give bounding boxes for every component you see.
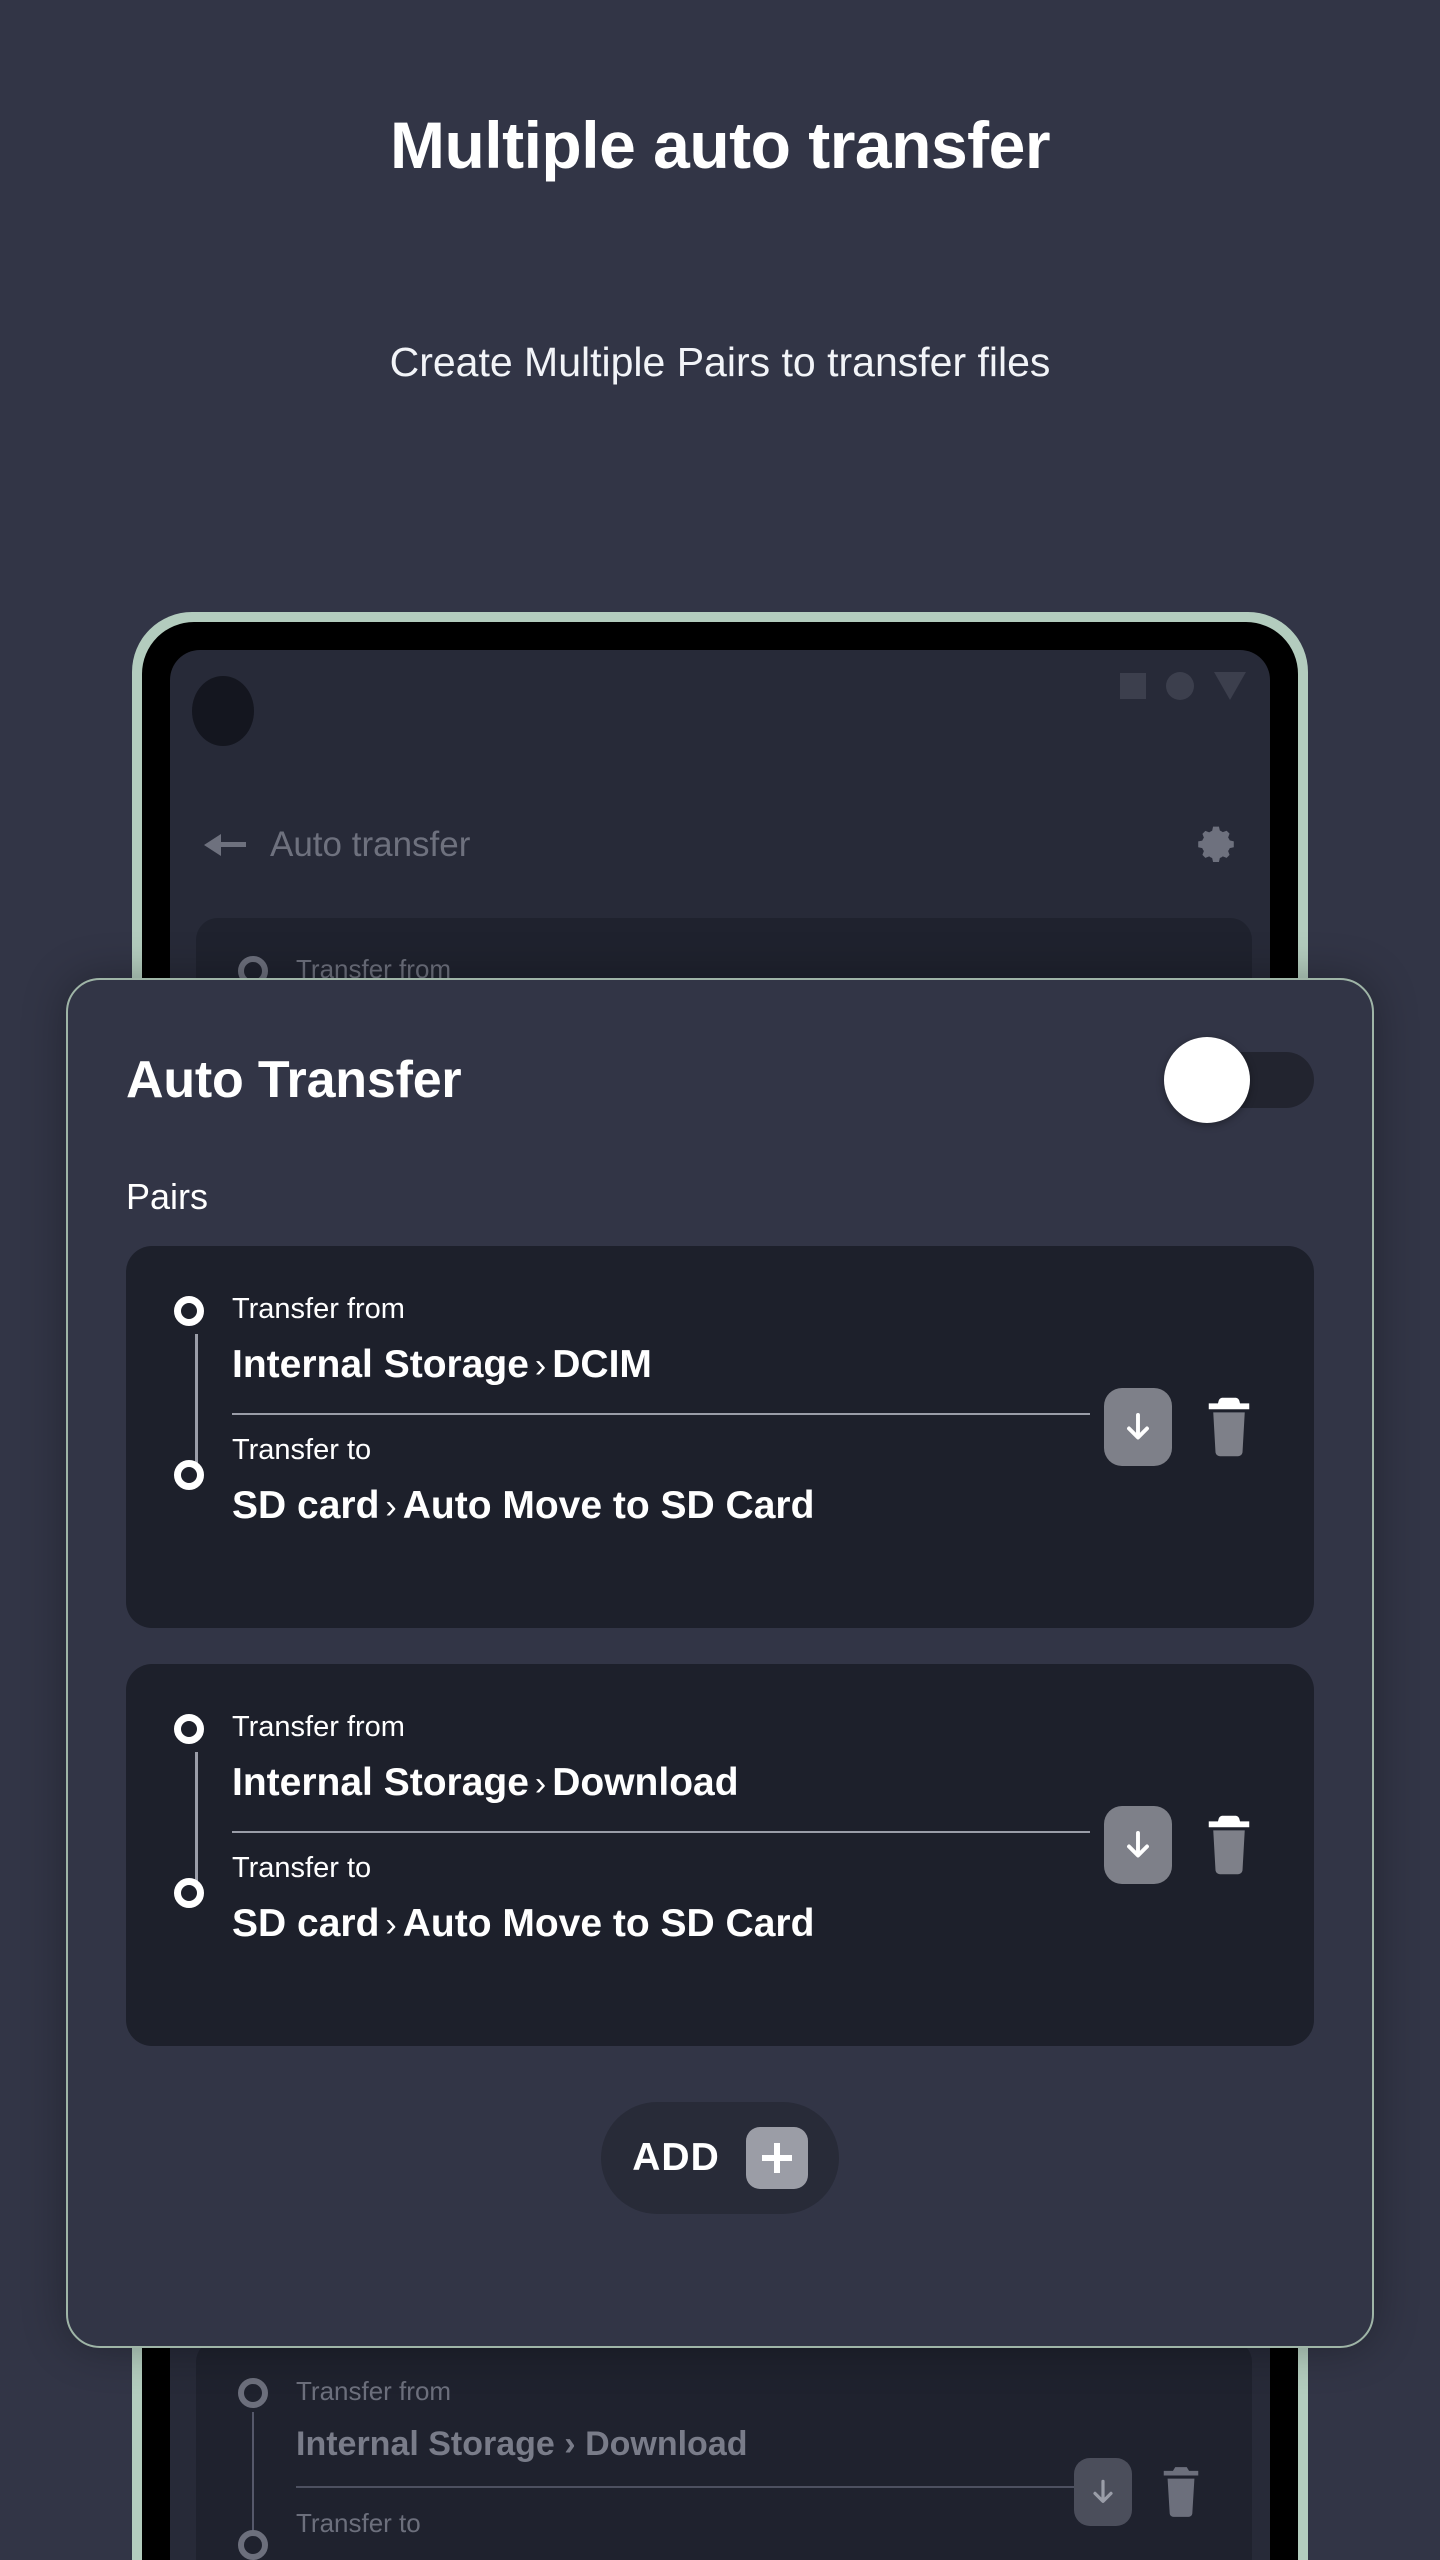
trash-icon[interactable] — [1202, 1394, 1256, 1460]
triangle-down-icon — [1214, 672, 1246, 700]
to-root: SD card — [232, 1484, 380, 1527]
app-bar-title: Auto transfer — [270, 825, 471, 864]
to-folder: Auto Move to SD Card — [402, 1484, 815, 1527]
promo-screenshot: Multiple auto transfer Create Multiple P… — [0, 0, 1440, 2560]
arrow-down-icon[interactable] — [1104, 1388, 1172, 1466]
from-root: Internal Storage — [296, 2425, 555, 2463]
toggle-knob[interactable] — [1164, 1037, 1250, 1123]
to-folder: Auto Move to SD Card — [402, 1902, 815, 1945]
radio-icon — [174, 1714, 204, 1744]
auto-transfer-dialog: Auto Transfer Pairs Transfer from Intern… — [66, 978, 1374, 2348]
transfer-to-path[interactable]: SD card › Auto Move to SD Card — [232, 1899, 1266, 1950]
radio-icon — [174, 1878, 204, 1908]
from-root: Internal Storage — [232, 1761, 529, 1804]
background-pair-card: Transfer from Internal Storage › Downloa… — [196, 2340, 1252, 2560]
page-subtitle: Create Multiple Pairs to transfer files — [389, 339, 1051, 385]
pair-card[interactable]: Transfer from Internal Storage › DCIM Tran… — [126, 1246, 1314, 1628]
transfer-from-label: Transfer from — [296, 2376, 452, 2406]
radio-icon — [238, 2530, 268, 2560]
status-bar — [1120, 672, 1246, 700]
app-bar: Auto transfer — [170, 800, 1270, 890]
connector-line — [252, 2412, 254, 2534]
pairs-section-label: Pairs — [126, 1176, 209, 1217]
transfer-from-label: Transfer from — [232, 1293, 405, 1325]
square-icon — [1120, 673, 1146, 699]
transfer-from-path[interactable]: Internal Storage › Download — [232, 1758, 1266, 1809]
divider — [232, 1831, 1090, 1833]
from-folder: DCIM — [552, 1343, 652, 1386]
transfer-to-path[interactable]: SD card › Auto Move to SD Card — [232, 1481, 1266, 1532]
connector-line — [195, 1752, 198, 1884]
transfer-from-path[interactable]: Internal Storage › DCIM — [232, 1340, 1266, 1391]
page-title: Multiple auto transfer — [389, 108, 1051, 182]
camera-punch-hole-icon — [192, 676, 254, 746]
chevron-right-icon: › — [385, 1488, 397, 1526]
add-button-label: ADD — [632, 2136, 720, 2179]
pair-actions — [1104, 1806, 1256, 1884]
connector-line — [195, 1334, 198, 1466]
dialog-title: Auto Transfer — [126, 1051, 462, 1109]
radio-icon — [174, 1460, 204, 1490]
plus-icon — [745, 2127, 808, 2189]
transfer-to-path: SD card › Auto Move to SD Card — [296, 2552, 1212, 2560]
radio-icon — [174, 1296, 204, 1326]
pair-actions — [1074, 2458, 1204, 2526]
divider — [296, 2486, 1116, 2488]
pair-card[interactable]: Transfer from Internal Storage › Download … — [126, 1664, 1314, 2046]
trash-icon[interactable] — [1202, 1812, 1256, 1878]
transfer-from-label: Transfer from — [232, 1711, 405, 1743]
chevron-right-icon: › — [534, 1347, 547, 1385]
to-root: SD card — [232, 1902, 380, 1945]
circle-icon — [1166, 672, 1194, 700]
from-folder: Download — [552, 1761, 739, 1804]
trash-icon[interactable] — [1158, 2464, 1204, 2520]
divider — [232, 1413, 1090, 1415]
add-button-row: ADD — [126, 2102, 1314, 2214]
from-folder: Download — [585, 2425, 748, 2463]
arrow-down-icon[interactable] — [1104, 1806, 1172, 1884]
arrow-down-icon[interactable] — [1074, 2458, 1132, 2526]
pair-actions — [1104, 1388, 1256, 1466]
from-root: Internal Storage — [232, 1343, 529, 1386]
chevron-right-icon: › — [385, 1906, 397, 1944]
gear-icon[interactable] — [1194, 823, 1238, 867]
back-arrow-icon[interactable] — [204, 830, 248, 860]
radio-icon — [238, 2378, 268, 2408]
add-pair-button[interactable]: ADD — [601, 2102, 839, 2214]
chevron-right-icon: › — [534, 1765, 547, 1803]
auto-transfer-toggle[interactable] — [1164, 1037, 1314, 1123]
dialog-header: Auto Transfer — [126, 1037, 1314, 1123]
